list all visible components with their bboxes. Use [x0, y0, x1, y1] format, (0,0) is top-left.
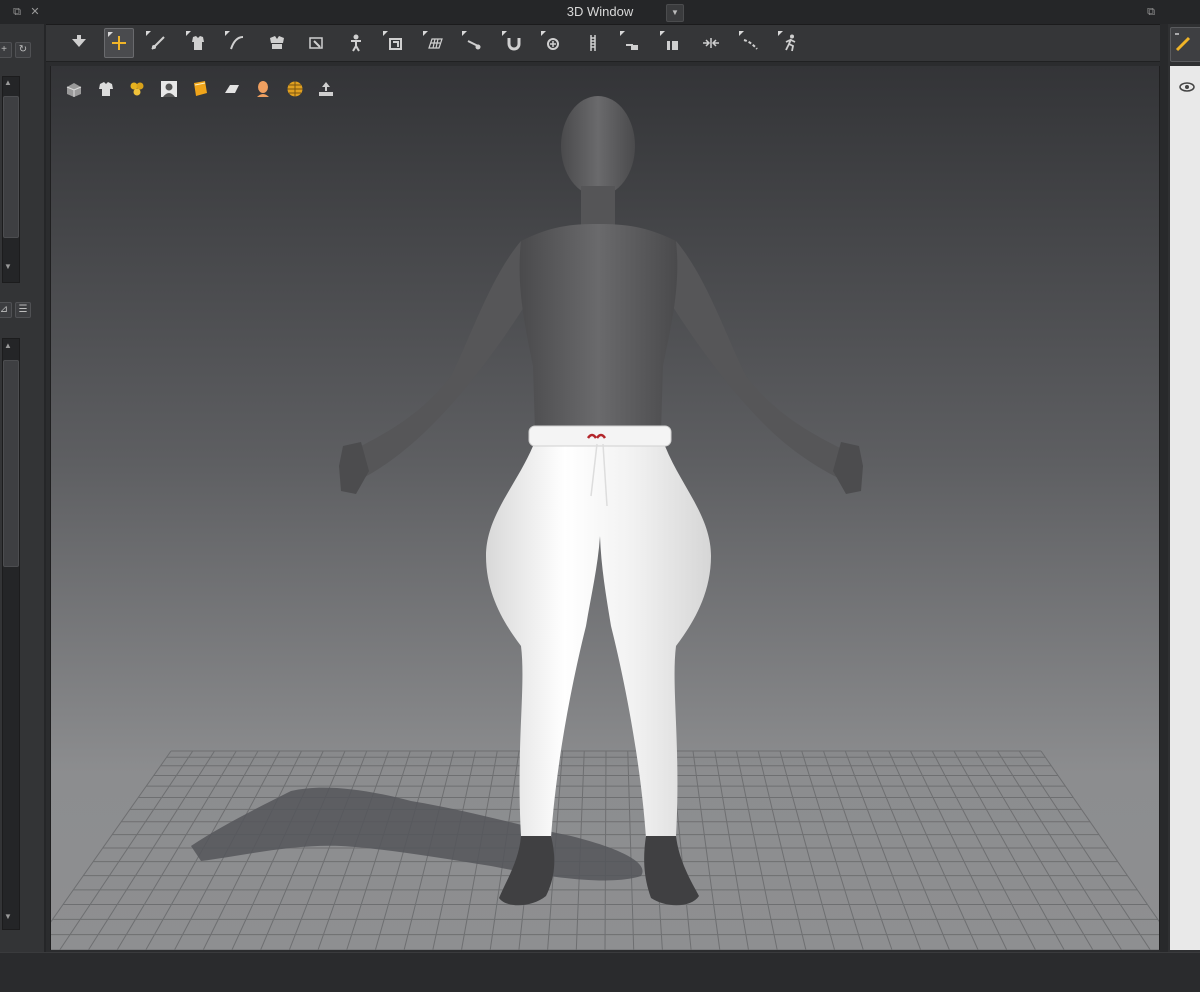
avatar-view-icon[interactable]	[157, 77, 181, 101]
status-bar	[0, 952, 1200, 992]
chevron-down-icon[interactable]: ▼	[666, 4, 684, 22]
grid-mesh-icon[interactable]	[420, 28, 450, 58]
shaded-view-icon[interactable]	[62, 77, 86, 101]
texture-view-icon[interactable]	[125, 77, 149, 101]
shrink-icon[interactable]	[696, 28, 726, 58]
select-garment-icon[interactable]	[183, 28, 213, 58]
export-icon[interactable]	[314, 77, 338, 101]
magnet-icon[interactable]	[499, 28, 529, 58]
walk-avatar-icon[interactable]	[775, 28, 805, 58]
avatar-pin-icon[interactable]	[341, 28, 371, 58]
fold-icon[interactable]	[380, 28, 410, 58]
avatar-left-arm	[346, 241, 531, 486]
garment-pants[interactable]	[486, 428, 711, 838]
avatar-right-arm	[666, 241, 856, 486]
scrollbar-thumb[interactable]	[3, 360, 19, 567]
edit-curvature-icon[interactable]	[222, 28, 252, 58]
zipper-icon[interactable]	[578, 28, 608, 58]
panel-divider[interactable]	[1160, 24, 1168, 952]
scroll-down-icon[interactable]: ▼	[4, 262, 12, 271]
filter-icon[interactable]: ⊿	[0, 302, 12, 318]
skin-view-icon[interactable]	[251, 77, 275, 101]
select-move-dropdown-icon[interactable]	[64, 28, 94, 58]
cut-line-icon[interactable]	[459, 28, 489, 58]
garment-view-icon[interactable]	[94, 77, 118, 101]
close-icon[interactable]: ✕	[28, 5, 42, 19]
scrollbar-thumb[interactable]	[3, 96, 19, 238]
list-icon[interactable]: ☰	[15, 302, 31, 318]
scroll-up-icon[interactable]: ▲	[4, 78, 12, 87]
avatar-model[interactable]	[51, 66, 1159, 950]
float-icon[interactable]: ⧉	[10, 5, 24, 19]
add-icon[interactable]: +	[0, 42, 12, 58]
avatar-left-foot	[499, 836, 555, 906]
plane-view-icon[interactable]	[220, 77, 244, 101]
object-browser-panel[interactable]	[1170, 66, 1200, 950]
transform-pattern-icon[interactable]	[104, 28, 134, 58]
fabric-view-icon[interactable]	[188, 77, 212, 101]
refresh-icon[interactable]: ↻	[15, 42, 31, 58]
avatar-torso	[519, 224, 678, 431]
edit-pattern-icon[interactable]	[143, 28, 173, 58]
tack-icon[interactable]	[301, 28, 331, 58]
visibility-icon[interactable]	[1178, 80, 1196, 94]
stitch-icon[interactable]	[617, 28, 647, 58]
avatar-right-foot	[644, 836, 699, 906]
scroll-down-icon[interactable]: ▼	[4, 912, 12, 921]
window-title: 3D Window	[566, 4, 634, 19]
3d-viewport[interactable]	[50, 66, 1160, 950]
measure-point-icon[interactable]	[538, 28, 568, 58]
seamline-icon[interactable]	[736, 28, 766, 58]
scroll-up-icon[interactable]: ▲	[4, 341, 12, 350]
float-icon[interactable]: ⧉	[1144, 5, 1158, 19]
elastic-icon[interactable]	[657, 28, 687, 58]
main-toolbar	[46, 25, 1164, 62]
fold-arrangement-icon[interactable]	[262, 28, 292, 58]
globe-view-icon[interactable]	[283, 77, 307, 101]
edit-tool-icon[interactable]	[1170, 27, 1200, 62]
avatar-head	[561, 96, 635, 196]
